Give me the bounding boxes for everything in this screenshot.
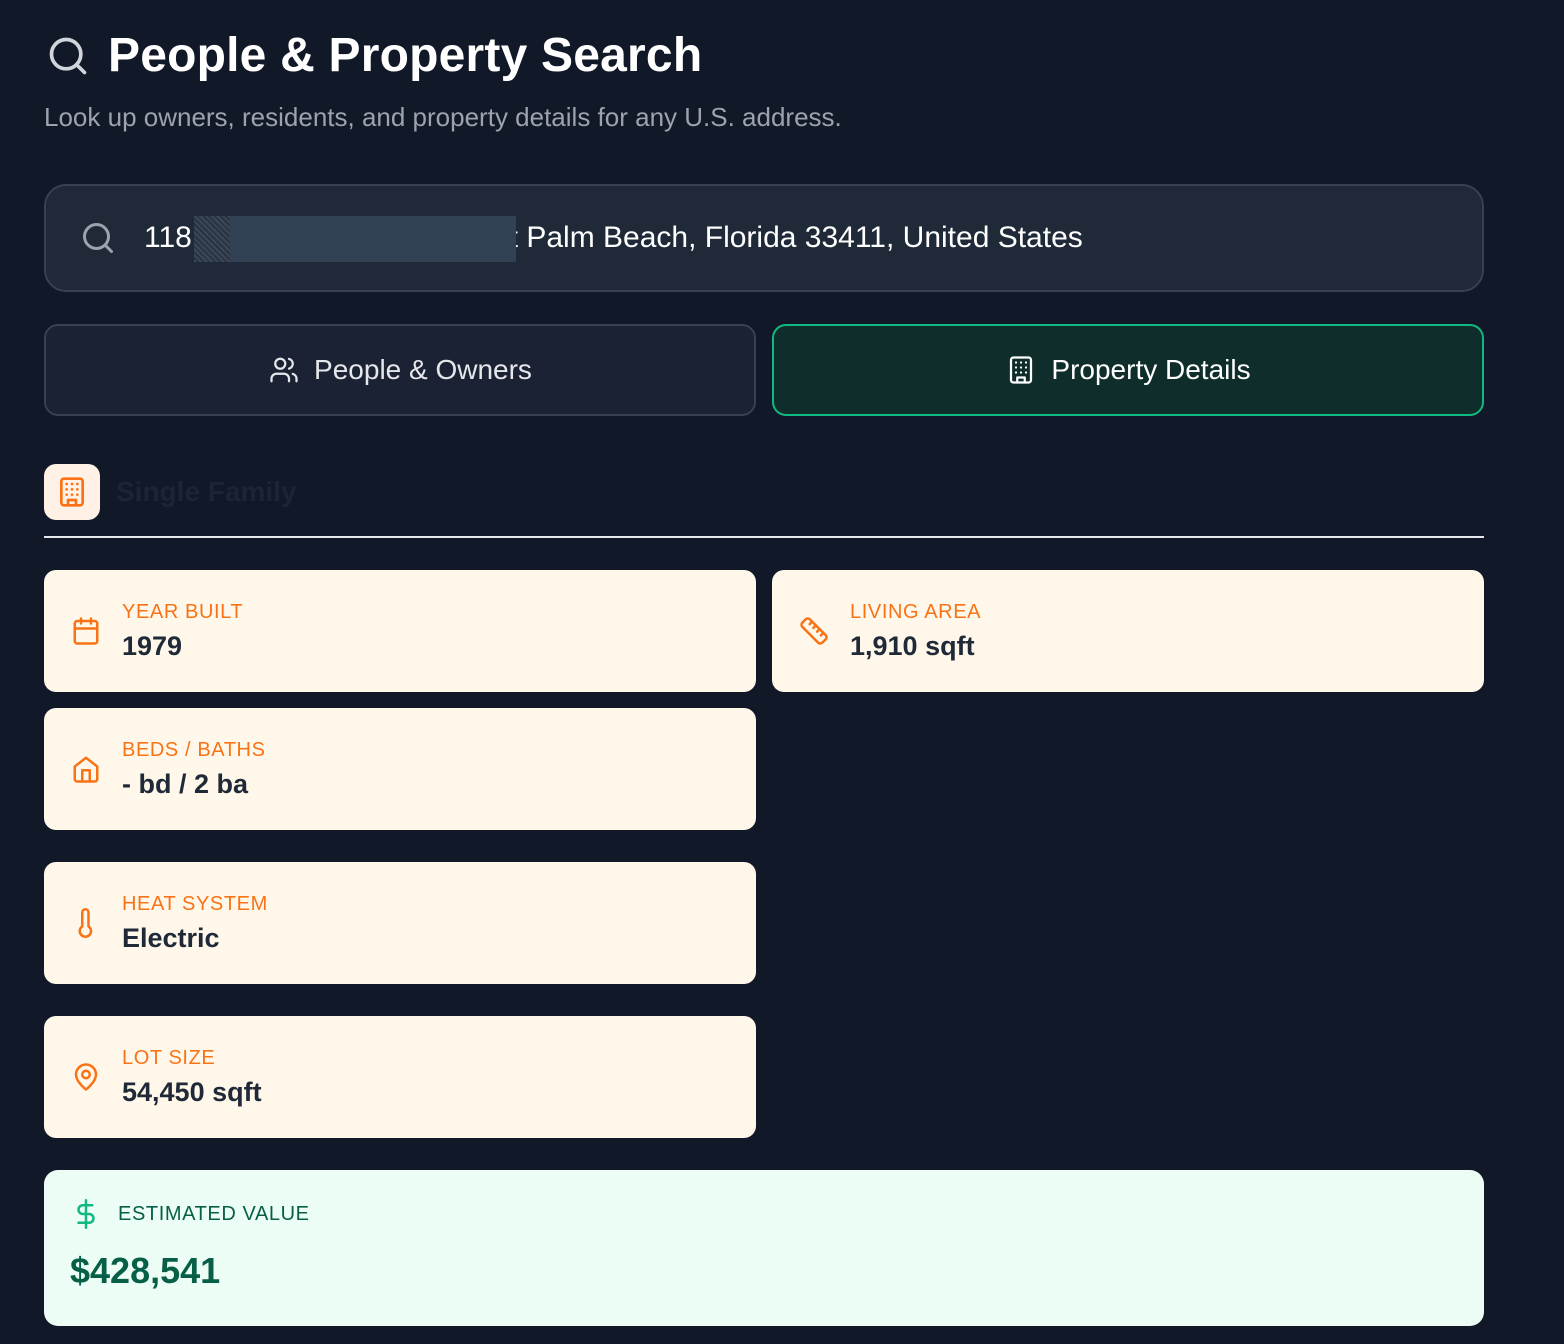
page: People & Property Search Look up owners,…	[0, 0, 1564, 1344]
lot-size-value: 54,450 sqft	[122, 1077, 262, 1107]
thermometer-icon	[70, 907, 102, 939]
users-icon	[268, 354, 300, 386]
tab-people-owners[interactable]: People & Owners	[44, 324, 756, 416]
estimated-value-header: ESTIMATED VALUE	[70, 1196, 310, 1232]
estimated-value-card: ESTIMATED VALUE $428,541	[44, 1170, 1484, 1326]
section-divider	[44, 536, 1484, 538]
header: People & Property Search	[44, 26, 702, 86]
page-subtitle: Look up owners, residents, and property …	[44, 102, 842, 132]
dollar-icon	[70, 1196, 102, 1232]
estimated-value-amount: $428,541	[70, 1250, 221, 1291]
beds-baths-card: BEDS / BATHS - bd / 2 ba	[44, 708, 756, 830]
tab-property-details[interactable]: Property Details	[772, 324, 1484, 416]
year-built-value: 1979	[122, 631, 183, 661]
view-tabs: People & Owners Property Details	[44, 324, 1484, 416]
beds-baths-label: BEDS / BATHS	[122, 739, 266, 761]
map-pin-icon	[70, 1061, 102, 1093]
tab-label: Property Details	[1051, 354, 1251, 385]
property-type-label: Single Family	[116, 476, 297, 507]
lot-size-card: LOT SIZE 54,450 sqft	[44, 1016, 756, 1138]
ruler-icon	[798, 615, 830, 647]
year-built-label: YEAR BUILT	[122, 601, 244, 623]
page-title: People & Property Search	[108, 29, 703, 82]
address-search[interactable]	[44, 184, 1484, 292]
search-icon	[78, 218, 118, 258]
building-icon	[44, 464, 100, 520]
home-icon	[70, 753, 102, 785]
year-built-card: YEAR BUILT 1979	[44, 570, 756, 692]
heat-system-label: HEAT SYSTEM	[122, 893, 268, 915]
heat-system-card: HEAT SYSTEM Electric	[44, 862, 756, 984]
tab-label: People & Owners	[314, 354, 532, 385]
heat-system-value: Electric	[122, 923, 220, 953]
beds-baths-value: - bd / 2 ba	[122, 769, 249, 799]
living-area-card: LIVING AREA 1,910 sqft	[772, 570, 1484, 692]
living-area-value: 1,910 sqft	[850, 631, 975, 661]
lot-size-label: LOT SIZE	[122, 1047, 216, 1069]
calendar-icon	[70, 615, 102, 647]
property-type: Single Family	[44, 464, 297, 520]
estimated-value-label: ESTIMATED VALUE	[118, 1202, 310, 1225]
living-area-label: LIVING AREA	[850, 601, 982, 623]
building-icon	[1005, 354, 1037, 386]
redaction-block	[194, 216, 516, 262]
search-icon	[44, 32, 92, 80]
